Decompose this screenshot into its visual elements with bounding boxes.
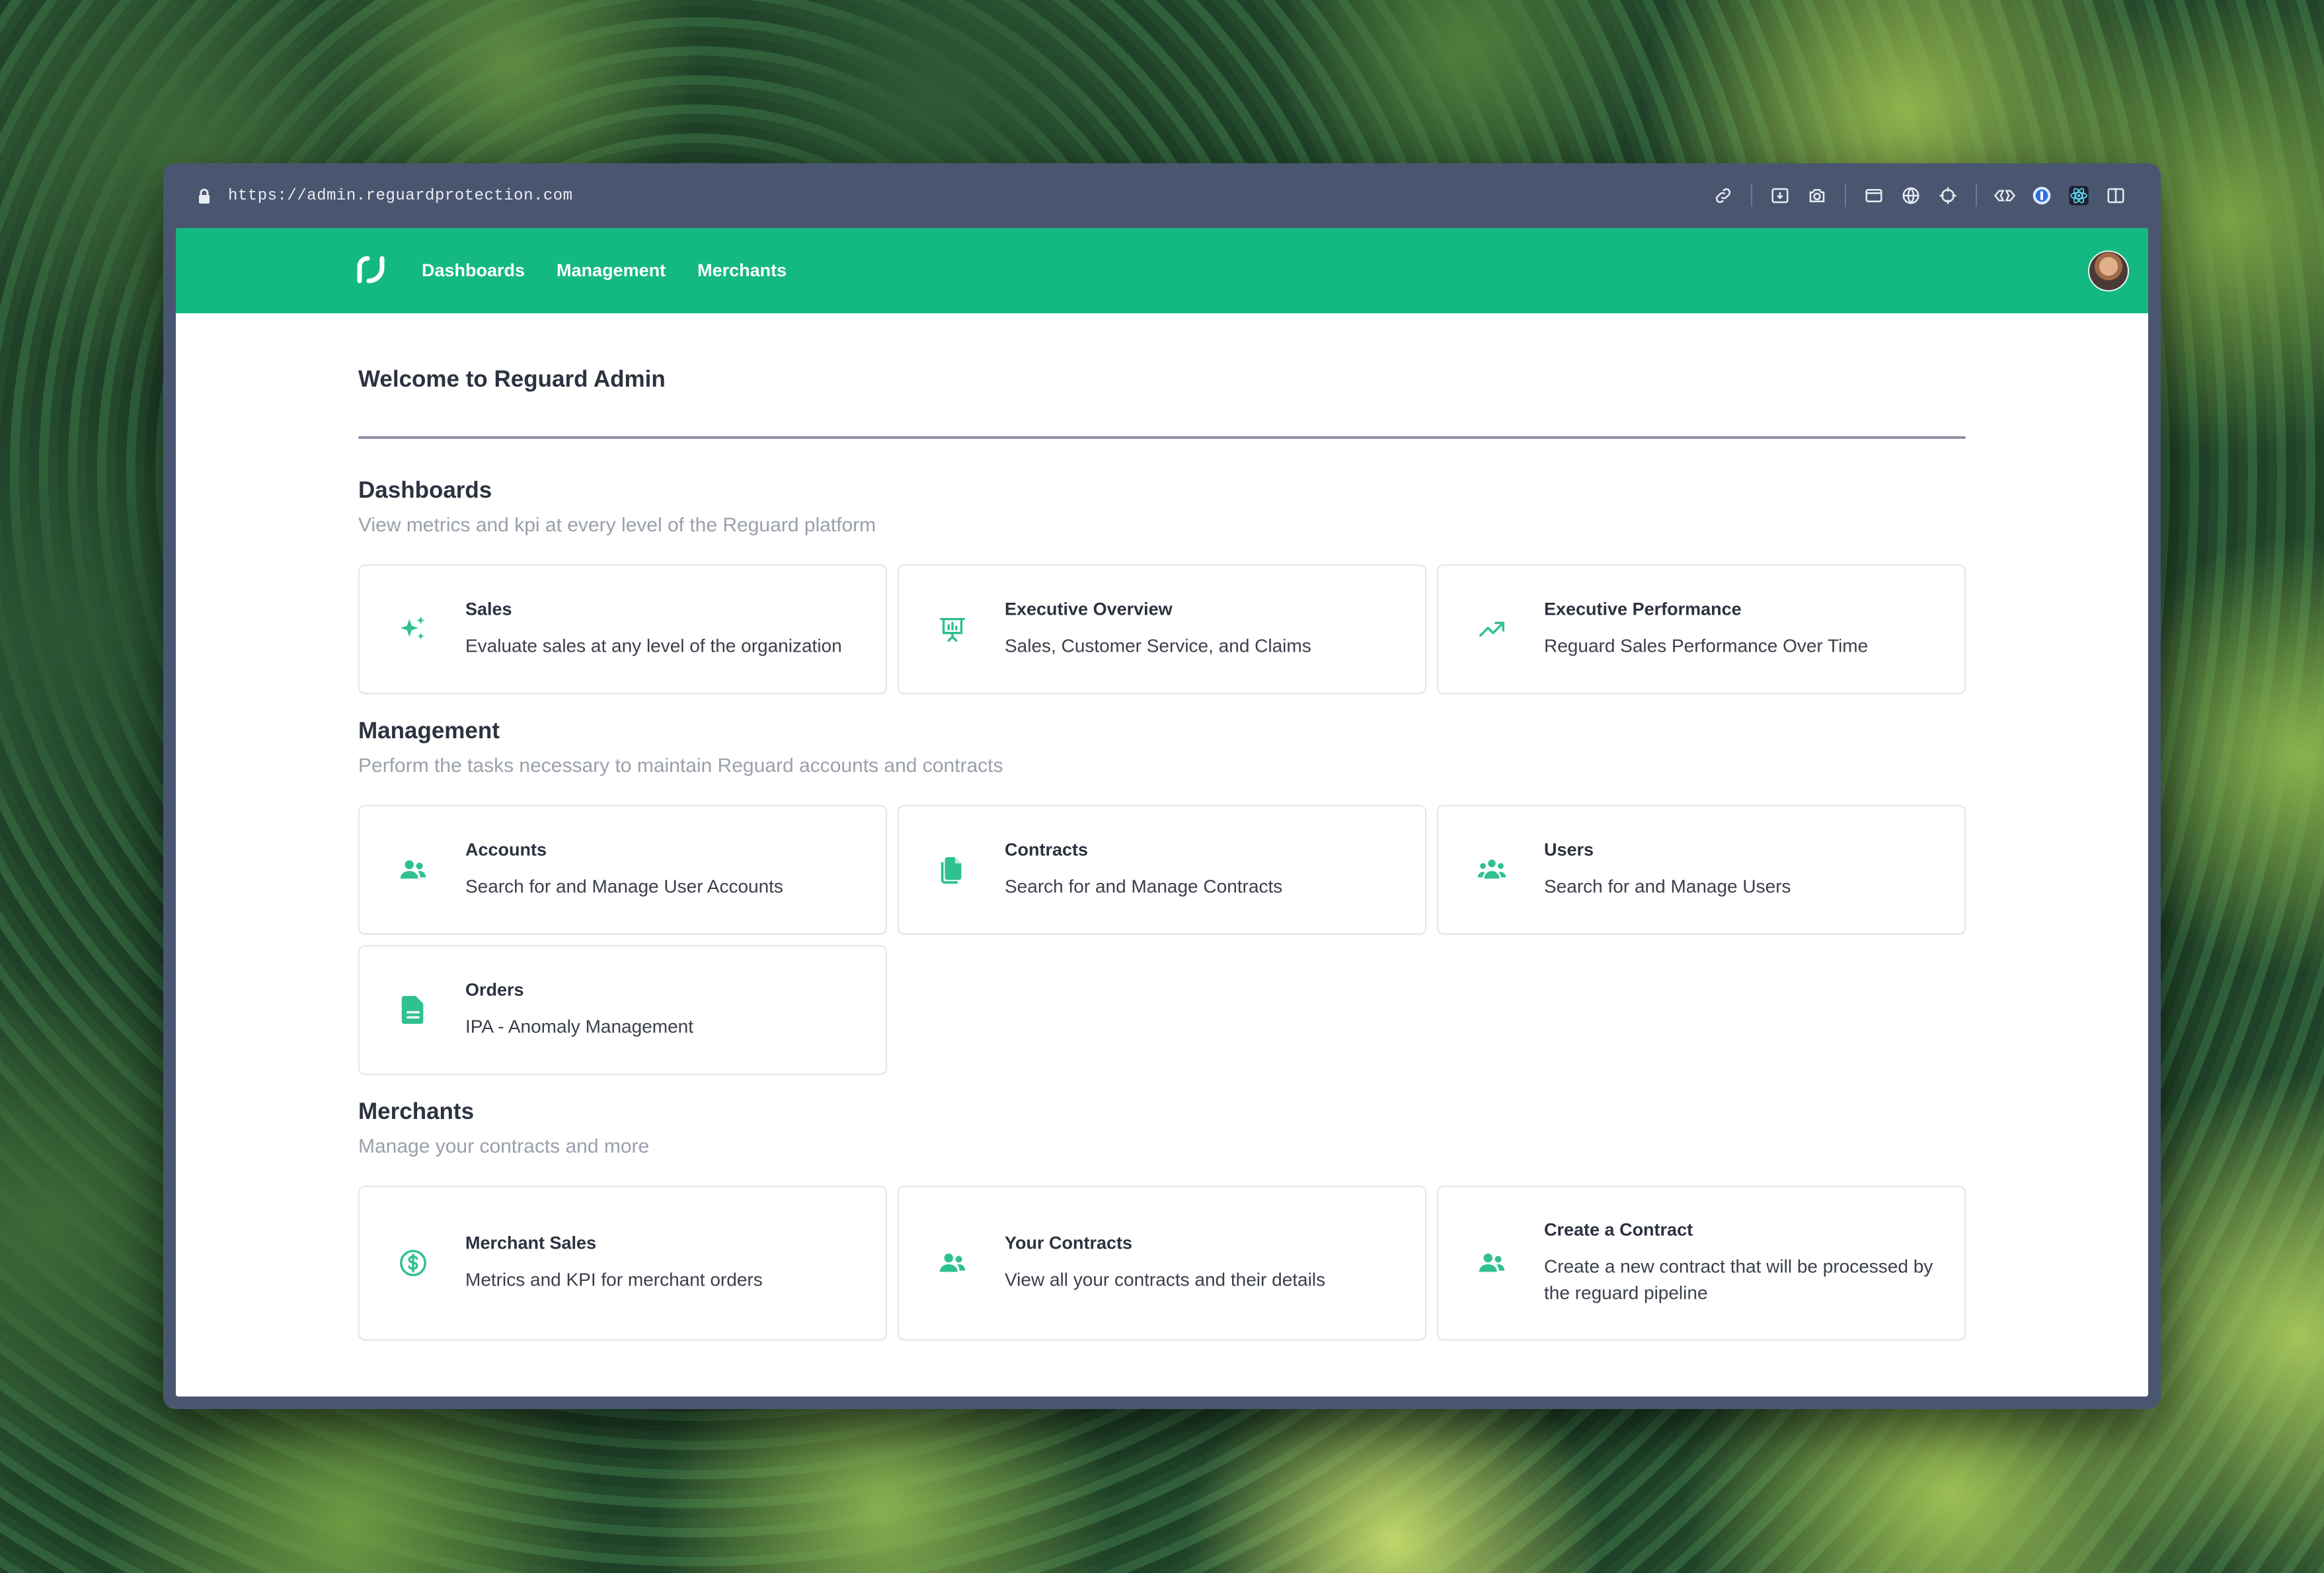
card-description: Metrics and KPI for merchant orders	[465, 1269, 763, 1290]
card-accounts[interactable]: Accounts Search for and Manage User Acco…	[358, 805, 887, 935]
presentation-chart-icon	[936, 613, 969, 646]
card-description: View all your contracts and their detail…	[1005, 1269, 1326, 1290]
card-executive-overview[interactable]: Executive Overview Sales, Customer Servi…	[898, 564, 1426, 694]
user-avatar[interactable]	[2088, 250, 2129, 291]
terminal-icon[interactable]	[1855, 177, 1892, 214]
card-title: Sales	[465, 599, 512, 619]
download-icon[interactable]	[1762, 177, 1799, 214]
card-title: Contracts	[1005, 839, 1089, 860]
users-icon	[936, 1247, 969, 1280]
react-icon[interactable]	[2060, 177, 2097, 214]
card-contracts[interactable]: Contracts Search for and Manage Contract…	[898, 805, 1426, 935]
reguard-logo[interactable]	[354, 253, 387, 286]
section-title-management: Management	[358, 718, 500, 744]
documents-icon	[936, 853, 969, 886]
card-sales[interactable]: Sales Evaluate sales at any level of the…	[358, 564, 887, 694]
page-title: Welcome to Reguard Admin	[358, 366, 666, 392]
toolbar-divider	[1845, 184, 1846, 207]
lock-icon	[196, 187, 212, 204]
toolbar-divider	[1976, 184, 1977, 207]
camera-icon[interactable]	[1799, 177, 1836, 214]
address-bar-url[interactable]: https://admin.reguardprotection.com	[228, 187, 573, 205]
nav-link-dashboards[interactable]: Dashboards	[422, 260, 525, 281]
sparkles-icon	[397, 613, 430, 646]
trending-up-icon	[1475, 613, 1508, 646]
card-description: Search for and Manage User Accounts	[465, 876, 783, 897]
toolbar-icons	[1705, 163, 2134, 228]
card-description: Search for and Manage Contracts	[1005, 876, 1283, 897]
extension-icon[interactable]	[1986, 177, 2023, 214]
globe-icon[interactable]	[1892, 177, 1929, 214]
section-description-management: Perform the tasks necessary to maintain …	[358, 755, 1003, 777]
card-title: Create a Contract	[1544, 1219, 1693, 1240]
nav-link-merchants[interactable]: Merchants	[697, 260, 787, 281]
section-title-dashboards: Dashboards	[358, 477, 492, 503]
toolbar-divider	[1751, 184, 1752, 207]
app-viewport: Dashboards Management Merchants Welcome …	[176, 228, 2148, 1397]
currency-dollar-icon	[397, 1247, 430, 1280]
section-title-merchants: Merchants	[358, 1098, 475, 1124]
card-description: Create a new contract that will be proce…	[1544, 1256, 1933, 1303]
users-icon	[1475, 1247, 1508, 1280]
card-description: Search for and Manage Users	[1544, 876, 1791, 897]
card-title: Merchant Sales	[465, 1233, 597, 1253]
browser-toolbar: https://admin.reguardprotection.com	[163, 163, 2161, 228]
card-title: Accounts	[465, 839, 547, 860]
document-text-icon	[397, 993, 430, 1026]
card-description: Reguard Sales Performance Over Time	[1544, 635, 1869, 656]
user-group-icon	[1475, 853, 1508, 886]
card-merchant-sales[interactable]: Merchant Sales Metrics and KPI for merch…	[358, 1186, 887, 1340]
card-executive-performance[interactable]: Executive Performance Reguard Sales Perf…	[1437, 564, 1966, 694]
crosshair-icon[interactable]	[1929, 177, 1966, 214]
browser-window: https://admin.reguardprotection.com Dash…	[163, 163, 2161, 1409]
password-icon[interactable]	[2023, 177, 2060, 214]
users-icon	[397, 853, 430, 886]
card-description: Sales, Customer Service, and Claims	[1005, 635, 1311, 656]
link-icon[interactable]	[1705, 177, 1742, 214]
card-title: Orders	[465, 979, 524, 1000]
nav-link-management[interactable]: Management	[557, 260, 666, 281]
card-title: Users	[1544, 839, 1594, 860]
nav-links: Dashboards Management Merchants	[422, 228, 787, 313]
card-orders[interactable]: Orders IPA - Anomaly Management	[358, 945, 887, 1075]
card-title: Executive Performance	[1544, 599, 1742, 619]
card-title: Executive Overview	[1005, 599, 1173, 619]
top-navbar: Dashboards Management Merchants	[176, 228, 2148, 313]
card-title: Your Contracts	[1005, 1233, 1133, 1253]
card-create-contract[interactable]: Create a Contract Create a new contract …	[1437, 1186, 1966, 1340]
card-users[interactable]: Users Search for and Manage Users	[1437, 805, 1966, 935]
title-divider	[358, 436, 1966, 439]
card-your-contracts[interactable]: Your Contracts View all your contracts a…	[898, 1186, 1426, 1340]
card-description: IPA - Anomaly Management	[465, 1016, 693, 1037]
card-description: Evaluate sales at any level of the organ…	[465, 635, 842, 656]
section-description-dashboards: View metrics and kpi at every level of t…	[358, 514, 876, 536]
section-description-merchants: Manage your contracts and more	[358, 1135, 650, 1157]
sidebar-icon[interactable]	[2097, 177, 2134, 214]
